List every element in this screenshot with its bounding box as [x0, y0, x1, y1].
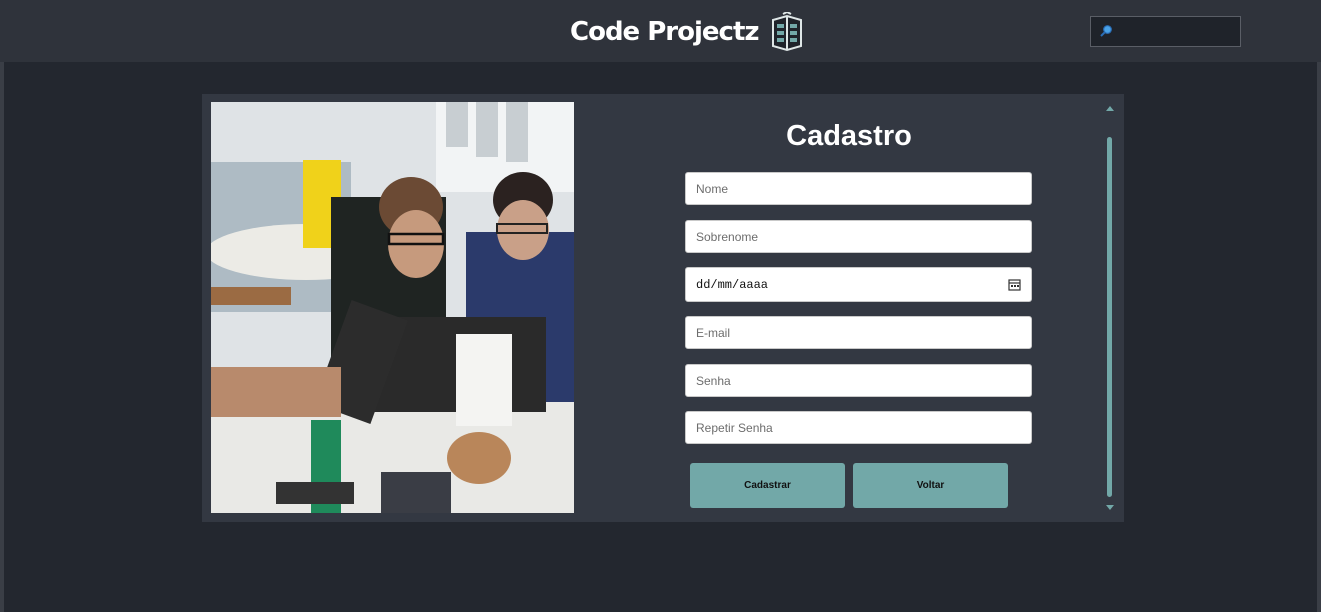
- voltar-button[interactable]: Voltar: [853, 463, 1008, 508]
- hackathon-photo: [211, 102, 574, 513]
- scroll-thumb[interactable]: [1107, 137, 1112, 497]
- nome-field[interactable]: [685, 172, 1032, 205]
- email-field[interactable]: [685, 316, 1032, 349]
- date-format-text: dd/mm/aaaa: [696, 278, 769, 292]
- magnifier-icon: [1100, 25, 1112, 37]
- search-box[interactable]: [1090, 16, 1241, 47]
- book-icon: [771, 12, 802, 52]
- signup-card: Cadastro dd/mm/aaaa Cadastrar Voltar: [202, 94, 1124, 522]
- calendar-icon[interactable]: [1008, 278, 1021, 291]
- search-input[interactable]: [1115, 19, 1235, 44]
- password-field[interactable]: [685, 364, 1032, 397]
- repeat-password-field[interactable]: [685, 411, 1032, 444]
- scrollbar[interactable]: [1104, 104, 1116, 512]
- top-navbar: Code Projectz: [0, 0, 1321, 62]
- cadastrar-button[interactable]: Cadastrar: [690, 463, 845, 508]
- birthdate-field[interactable]: dd/mm/aaaa: [685, 267, 1032, 302]
- sobrenome-field[interactable]: [685, 220, 1032, 253]
- brand[interactable]: Code Projectz: [570, 10, 805, 54]
- scroll-down-arrow-icon[interactable]: [1106, 505, 1114, 510]
- page-title: Cadastro: [786, 120, 912, 152]
- brand-title: Code Projectz: [570, 17, 759, 47]
- photo-illustration: [211, 102, 574, 513]
- scroll-up-arrow-icon[interactable]: [1106, 106, 1114, 111]
